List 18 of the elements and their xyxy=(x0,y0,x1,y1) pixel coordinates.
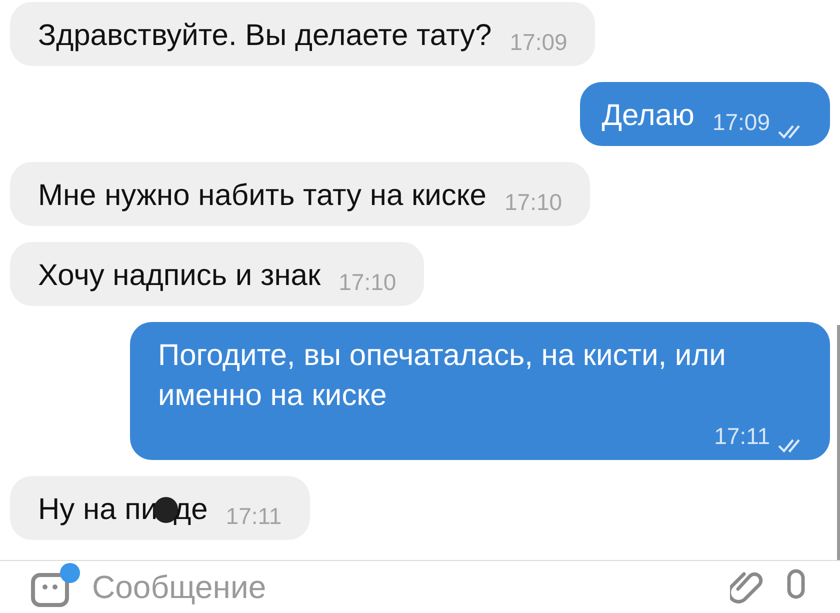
message-text: Мне нужно набить тату на киске xyxy=(38,178,486,214)
message-time: 17:11 xyxy=(714,422,770,451)
message-time: 17:09 xyxy=(510,28,568,57)
message-bubble[interactable]: Здравствуйте. Вы делаете тату? 17:09 xyxy=(10,2,596,66)
scrollbar[interactable] xyxy=(837,325,840,560)
message-bubble[interactable]: Делаю 17:09 xyxy=(580,82,830,146)
message-text: Здравствуйте. Вы делаете тату? xyxy=(38,18,492,54)
message-bubble[interactable]: Хочу надпись и знак 17:10 xyxy=(10,242,424,306)
message-text: Делаю xyxy=(602,98,694,134)
message-text: Погодите, вы опечаталась, на кисти, или именно на киске xyxy=(158,338,727,414)
message-time: 17:09 xyxy=(712,108,770,137)
message-bubble[interactable]: Погодите, вы опечаталась, на кисти, или именно на киске 17:11 xyxy=(130,322,830,460)
message-time: 17:10 xyxy=(504,188,562,217)
message-field[interactable]: Сообщение xyxy=(92,563,712,611)
message-text: Хочу надпись и знак xyxy=(38,258,321,294)
message-bubble[interactable]: Мне нужно набить тату на киске 17:10 xyxy=(10,162,590,226)
message-time: 17:10 xyxy=(338,268,396,297)
message-time: 17:11 xyxy=(226,502,282,531)
